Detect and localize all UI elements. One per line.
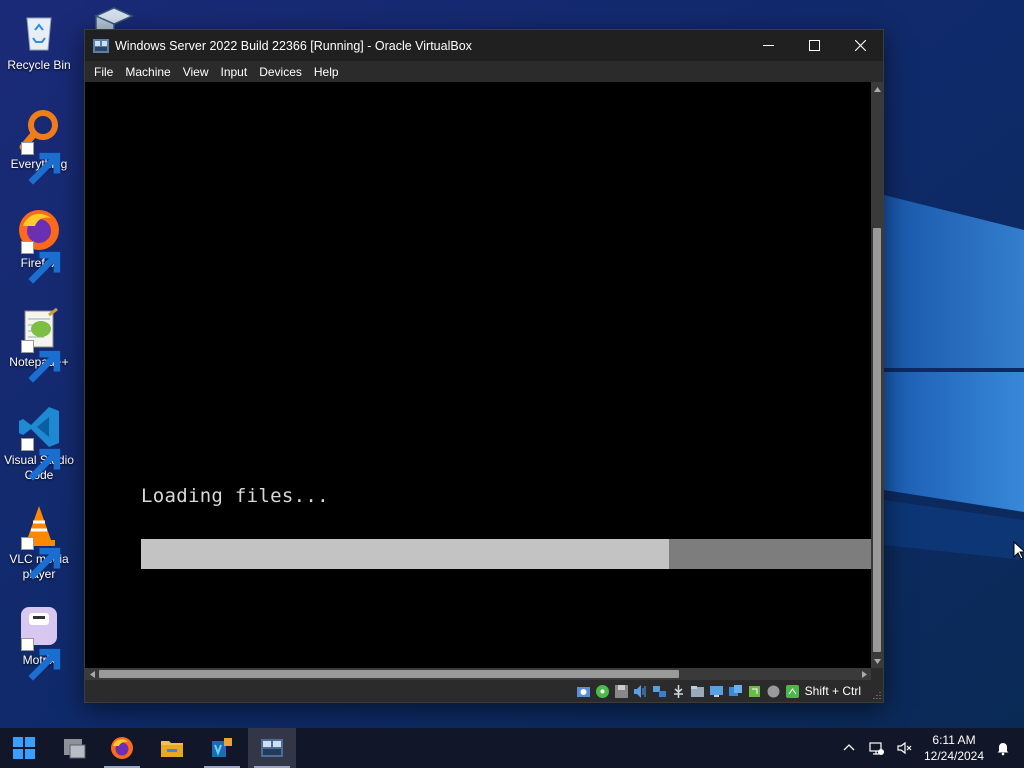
desktop-icon-recycle-bin[interactable]: Recycle Bin bbox=[2, 8, 76, 73]
taskbar: 6:11 AM 12/24/2024 bbox=[0, 728, 1024, 768]
tray-network[interactable] bbox=[864, 728, 888, 768]
taskbar-firefox[interactable] bbox=[98, 728, 146, 768]
vertical-scrollbar[interactable] bbox=[871, 82, 883, 668]
clock-time: 6:11 AM bbox=[932, 733, 976, 747]
network-icon bbox=[869, 742, 884, 755]
scroll-down-icon[interactable] bbox=[871, 654, 883, 668]
shortcut-arrow-icon bbox=[21, 241, 61, 284]
close-icon bbox=[854, 40, 866, 51]
network-icon[interactable] bbox=[652, 683, 668, 699]
taskbar-unknown-app[interactable] bbox=[50, 728, 98, 768]
audio-icon[interactable] bbox=[633, 683, 649, 699]
mouse-cursor-icon bbox=[1013, 541, 1024, 560]
start-button[interactable] bbox=[0, 728, 48, 768]
menu-file[interactable]: File bbox=[88, 65, 119, 79]
horizontal-scroll-thumb[interactable] bbox=[99, 670, 679, 678]
taskbar-file-explorer[interactable] bbox=[148, 728, 196, 768]
vertical-scroll-thumb[interactable] bbox=[873, 228, 881, 652]
usb-icon[interactable] bbox=[671, 683, 687, 699]
vm-status-bar: Shift + Ctrl bbox=[85, 680, 883, 702]
folder-icon bbox=[161, 741, 183, 757]
guest-display[interactable]: Loading files... bbox=[85, 82, 871, 668]
recycle-bin-icon bbox=[15, 8, 63, 56]
desktop-icon-firefox[interactable]: Firefox bbox=[2, 206, 76, 284]
maximize-icon bbox=[808, 40, 820, 51]
desktop-icon-notepad-plus-plus[interactable]: Notepad++ bbox=[2, 305, 76, 383]
hard-disk-icon[interactable] bbox=[576, 683, 592, 699]
motrix-icon bbox=[15, 603, 63, 681]
scroll-left-icon[interactable] bbox=[85, 668, 99, 680]
maximize-button[interactable] bbox=[791, 30, 837, 61]
horizontal-scrollbar[interactable] bbox=[85, 668, 871, 680]
shortcut-arrow-icon bbox=[21, 537, 61, 580]
desktop-icon-motrix[interactable]: Motrix bbox=[2, 603, 76, 681]
app-window-icon bbox=[64, 739, 86, 759]
desktop-icon-vlc[interactable]: VLC media player bbox=[2, 502, 76, 582]
firefox-icon bbox=[15, 206, 63, 284]
recording-icon[interactable] bbox=[766, 683, 782, 699]
host-key-indicator-icon[interactable] bbox=[785, 683, 801, 699]
minimize-button[interactable] bbox=[745, 30, 791, 61]
everything-search-icon bbox=[15, 107, 63, 185]
window-titlebar[interactable]: Windows Server 2022 Build 22366 [Running… bbox=[85, 30, 883, 61]
mouse-integration-icon[interactable] bbox=[747, 683, 763, 699]
close-button[interactable] bbox=[837, 30, 883, 61]
taskbar-clock[interactable]: 6:11 AM 12/24/2024 bbox=[918, 728, 990, 768]
windows-logo-icon bbox=[13, 737, 35, 759]
taskbar-virtualbox-manager[interactable] bbox=[198, 728, 246, 768]
shortcut-arrow-icon bbox=[21, 142, 61, 185]
shortcut-arrow-icon bbox=[21, 340, 61, 383]
menu-devices[interactable]: Devices bbox=[253, 65, 308, 79]
vm-os-icon bbox=[93, 38, 109, 53]
loading-progress-fill bbox=[141, 539, 669, 569]
floppy-icon[interactable] bbox=[614, 683, 630, 699]
menu-bar: File Machine View Input Devices Help bbox=[85, 61, 883, 82]
desktop-icon-label: Recycle Bin bbox=[7, 58, 71, 72]
shortcut-arrow-icon bbox=[21, 438, 61, 481]
notepad-plus-plus-icon bbox=[15, 305, 63, 383]
optical-drive-icon[interactable] bbox=[595, 683, 611, 699]
host-key-label: Shift + Ctrl bbox=[804, 684, 861, 698]
menu-input[interactable]: Input bbox=[215, 65, 254, 79]
desktop-icon-virtualbox[interactable] bbox=[92, 6, 136, 30]
resize-grip-icon[interactable] bbox=[871, 690, 881, 700]
vscode-icon bbox=[15, 403, 63, 481]
desktop-icon-everything[interactable]: Everything bbox=[2, 107, 76, 185]
display-icon[interactable] bbox=[709, 683, 725, 699]
shared-folders-icon[interactable] bbox=[690, 683, 706, 699]
shortcut-arrow-icon bbox=[21, 638, 61, 681]
menu-help[interactable]: Help bbox=[308, 65, 345, 79]
window-title: Windows Server 2022 Build 22366 [Running… bbox=[115, 38, 472, 53]
scroll-right-icon[interactable] bbox=[857, 668, 871, 680]
clock-date: 12/24/2024 bbox=[923, 749, 985, 763]
scroll-up-icon[interactable] bbox=[871, 82, 883, 96]
tray-volume[interactable] bbox=[893, 728, 917, 768]
taskbar-vm-window[interactable] bbox=[248, 728, 296, 768]
vlc-icon bbox=[15, 502, 63, 580]
virtualbox-vm-window[interactable]: Windows Server 2022 Build 22366 [Running… bbox=[84, 29, 884, 703]
virtualbox-cube-icon bbox=[94, 7, 134, 30]
windows-server-2022-icon bbox=[261, 739, 283, 757]
loading-message: Loading files... bbox=[141, 485, 329, 507]
loading-progress-bar bbox=[141, 539, 871, 569]
video-capture-icon[interactable] bbox=[728, 683, 744, 699]
notification-center-button[interactable] bbox=[991, 728, 1015, 768]
virtualbox-icon bbox=[212, 738, 232, 757]
notification-icon bbox=[997, 743, 1009, 756]
firefox-icon bbox=[111, 737, 133, 759]
show-hidden-icons-button[interactable] bbox=[837, 728, 861, 768]
scroll-corner bbox=[871, 668, 883, 680]
minimize-icon bbox=[762, 45, 774, 46]
menu-view[interactable]: View bbox=[177, 65, 215, 79]
menu-machine[interactable]: Machine bbox=[119, 65, 176, 79]
chevron-up-icon bbox=[843, 744, 855, 751]
desktop-icon-vscode[interactable]: Visual Studio Code bbox=[2, 403, 76, 483]
volume-muted-icon bbox=[897, 741, 912, 755]
